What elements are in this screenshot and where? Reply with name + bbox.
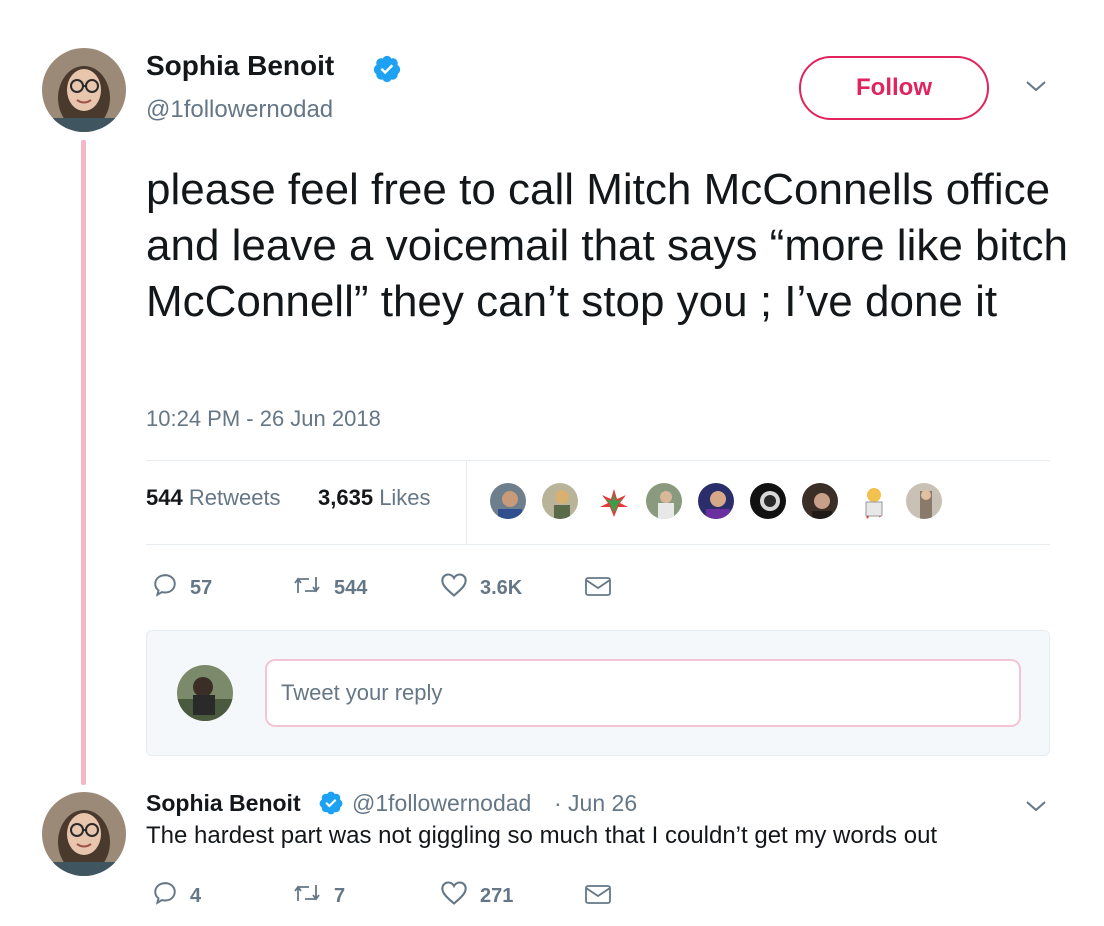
like-count: 3.6K xyxy=(480,576,523,599)
reply-count: 57 xyxy=(190,576,213,599)
heart-icon xyxy=(440,880,480,912)
heart-icon xyxy=(440,572,480,604)
liker-avatar[interactable] xyxy=(644,481,684,521)
retweets-stat[interactable]: 544 Retweets xyxy=(146,485,281,511)
divider-bottom xyxy=(146,544,1050,545)
liker-avatar[interactable] xyxy=(904,481,944,521)
divider-top xyxy=(146,460,1050,461)
retweets-count: 544 xyxy=(146,485,183,510)
author-name[interactable]: Sophia Benoit xyxy=(146,50,334,82)
verified-badge-icon xyxy=(372,54,402,89)
likes-stat[interactable]: 3,635 Likes xyxy=(318,485,431,511)
reply-text: The hardest part was not giggling so muc… xyxy=(146,822,938,849)
liker-avatar[interactable] xyxy=(748,481,788,521)
reply-button[interactable]: 57 xyxy=(152,572,212,604)
verified-badge-icon xyxy=(318,790,344,821)
reply-author-name[interactable]: Sophia Benoit xyxy=(146,790,301,817)
retweets-label: Retweets xyxy=(188,485,281,510)
like-button[interactable]: 271 xyxy=(440,880,513,912)
envelope-icon xyxy=(584,882,624,911)
liker-avatar[interactable] xyxy=(696,481,736,521)
retweet-count: 7 xyxy=(334,884,346,907)
liker-avatar[interactable] xyxy=(488,481,528,521)
liker-avatar[interactable] xyxy=(540,481,580,521)
thread-connector-line xyxy=(81,140,86,785)
retweet-button[interactable]: 544 xyxy=(292,572,367,604)
retweet-count: 544 xyxy=(334,576,368,599)
retweet-icon xyxy=(292,880,334,912)
like-count: 271 xyxy=(480,884,514,907)
follow-button[interactable]: Follow xyxy=(799,56,989,120)
liker-avatar[interactable] xyxy=(852,481,892,521)
reply-author-avatar[interactable] xyxy=(42,792,126,876)
current-user-avatar xyxy=(177,665,233,721)
stats-separator xyxy=(466,460,467,544)
reply-icon xyxy=(152,880,190,912)
retweet-button[interactable]: 7 xyxy=(292,880,345,912)
reply-date[interactable]: · Jun 26 xyxy=(554,790,637,817)
reply-icon xyxy=(152,572,190,604)
author-avatar[interactable] xyxy=(42,48,126,132)
tweet-text: please feel free to call Mitch McConnell… xyxy=(146,165,1068,326)
liker-avatar[interactable] xyxy=(800,481,840,521)
likes-count: 3,635 xyxy=(318,485,374,510)
liker-avatar[interactable] xyxy=(592,481,632,521)
envelope-icon xyxy=(584,574,624,603)
chevron-down-icon[interactable] xyxy=(1024,798,1048,819)
tweet-timestamp[interactable]: 10:24 PM - 26 Jun 2018 xyxy=(146,406,381,432)
chevron-down-icon[interactable] xyxy=(1024,78,1048,99)
like-button[interactable]: 3.6K xyxy=(440,572,522,604)
likes-label: Likes xyxy=(379,485,431,510)
direct-message-button[interactable] xyxy=(584,882,624,911)
reply-composer xyxy=(146,630,1050,756)
reply-button[interactable]: 4 xyxy=(152,880,201,912)
reply-author-handle[interactable]: @1followernodad xyxy=(352,790,531,817)
reply-count: 4 xyxy=(190,884,202,907)
direct-message-button[interactable] xyxy=(584,574,624,603)
retweet-icon xyxy=(292,572,334,604)
reply-input[interactable] xyxy=(265,659,1021,727)
author-handle[interactable]: @1followernodad xyxy=(146,96,333,124)
